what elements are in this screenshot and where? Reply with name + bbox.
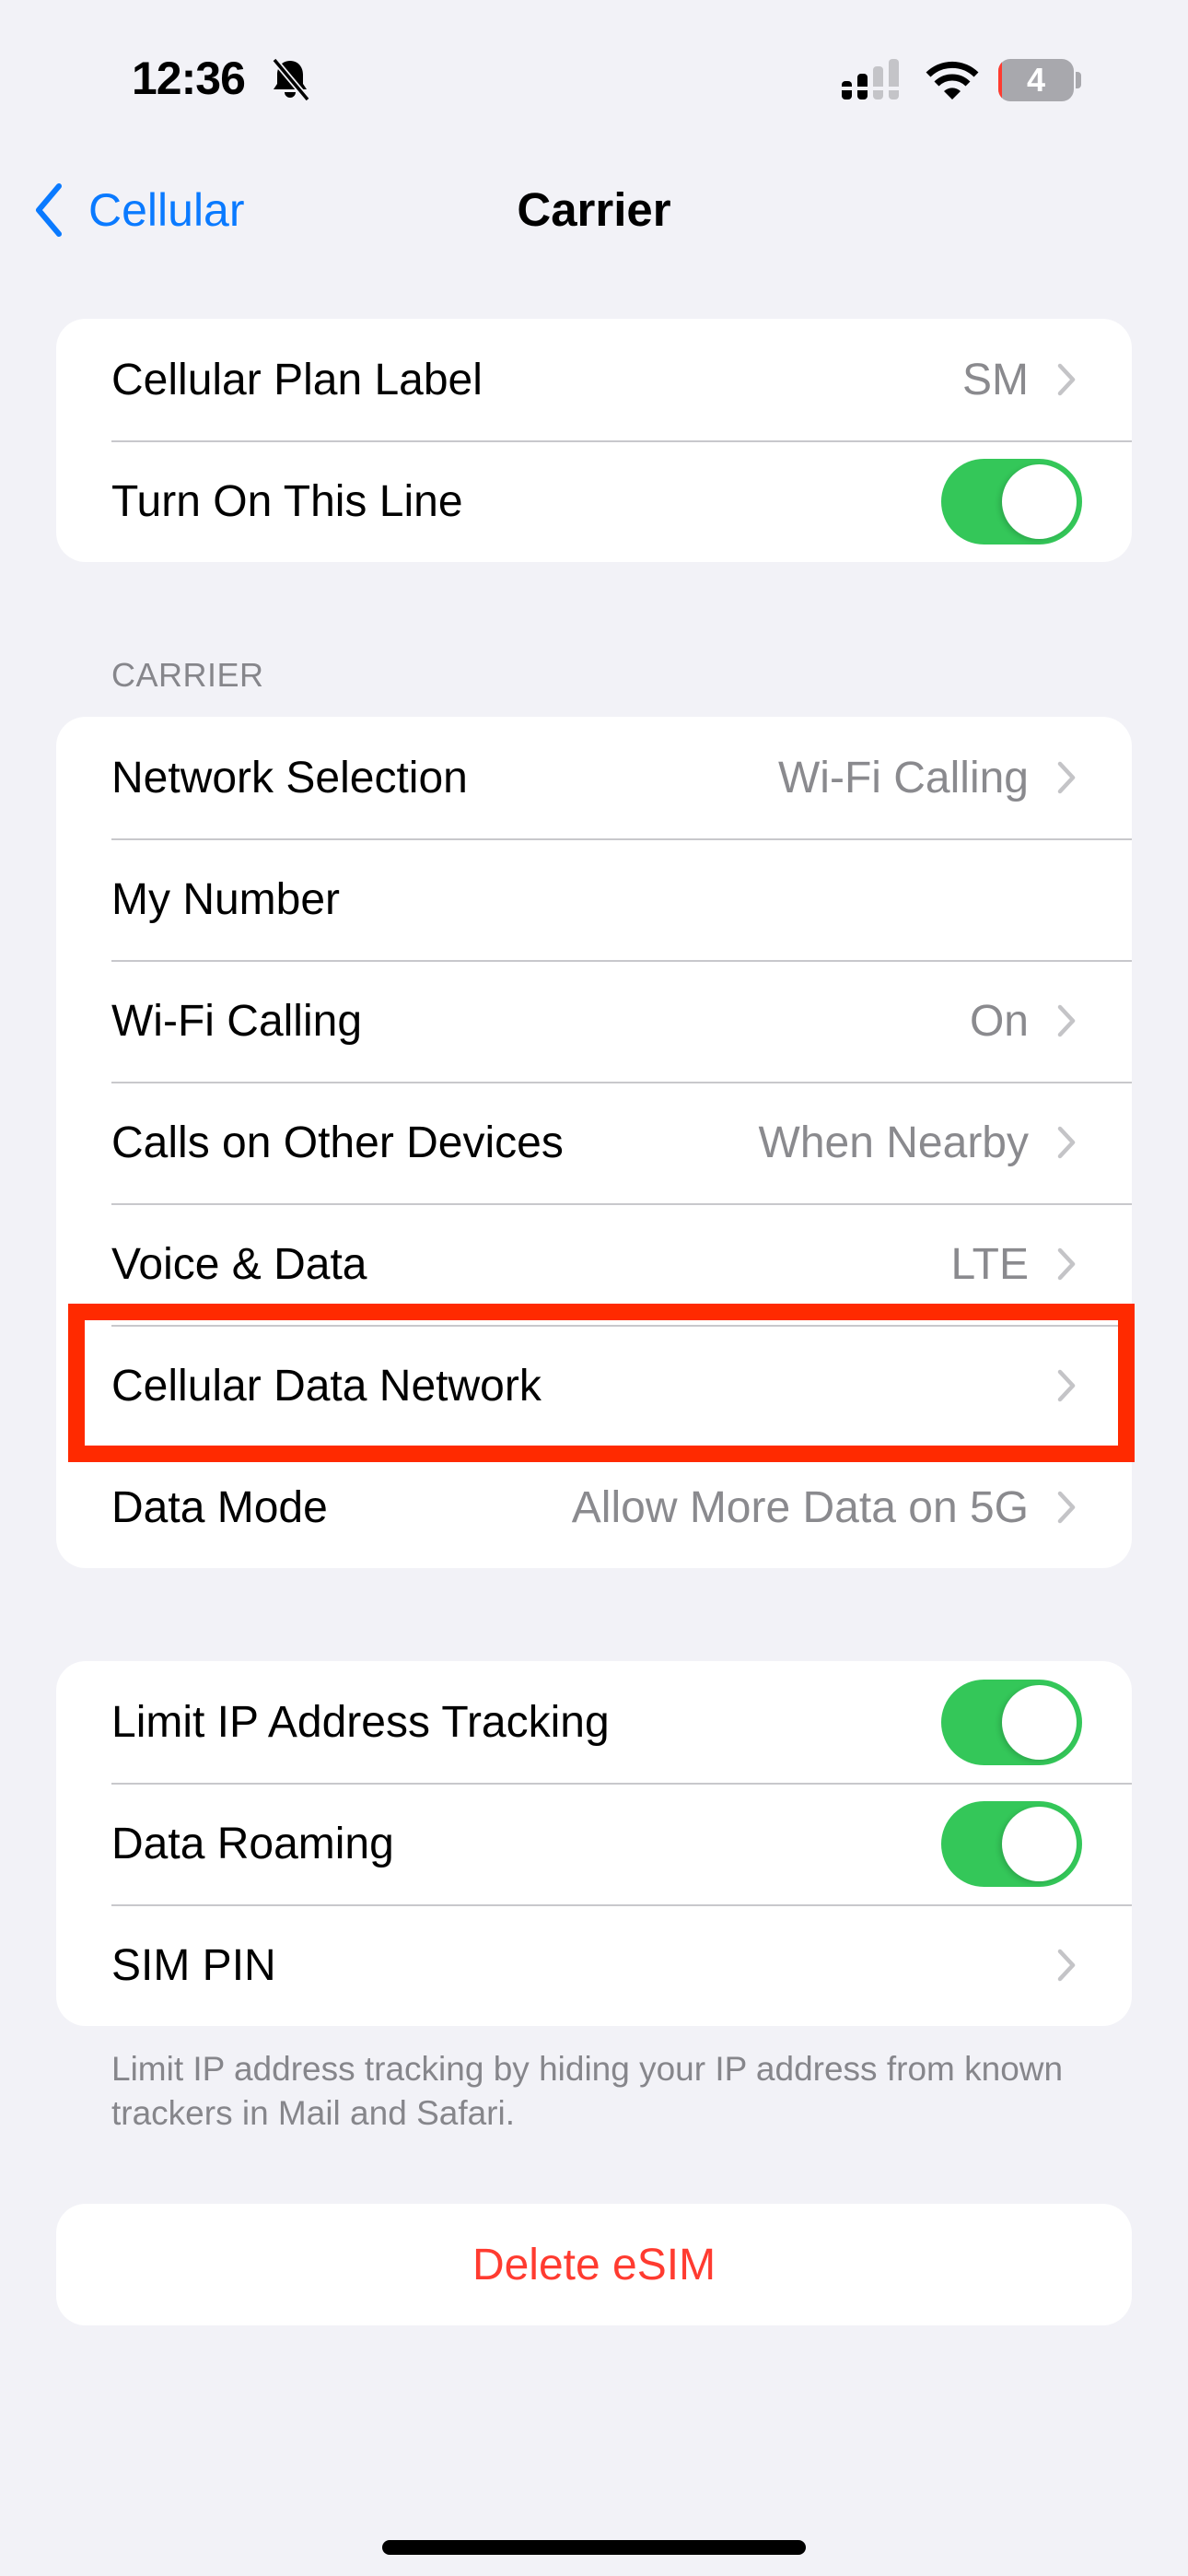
battery-icon: 4: [998, 59, 1074, 101]
row-label: Network Selection: [111, 753, 468, 802]
row-label: Limit IP Address Tracking: [111, 1697, 610, 1747]
home-indicator[interactable]: [382, 2540, 806, 2555]
chevron-right-icon: [1057, 1949, 1076, 1982]
row-value: Wi-Fi Calling: [777, 753, 1029, 802]
limit-ip-footer-note: Limit IP address tracking by hiding your…: [111, 2050, 1064, 2132]
row-turn-on-this-line: Turn On This Line: [56, 440, 1132, 562]
row-label: Turn On This Line: [111, 476, 463, 526]
toggle-knob: [1002, 1684, 1077, 1760]
chevron-right-icon: [1057, 1491, 1076, 1524]
limit-ip-tracking-toggle[interactable]: [941, 1679, 1082, 1765]
row-label: Wi-Fi Calling: [111, 996, 363, 1046]
chevron-right-icon: [1057, 1247, 1076, 1281]
cellular-signal-icon: [842, 59, 901, 100]
privacy-group: Limit IP Address Tracking Data Roaming S…: [56, 1661, 1132, 2026]
row-calls-on-other-devices[interactable]: Calls on Other Devices When Nearby: [56, 1082, 1132, 1203]
row-label: Data Roaming: [111, 1819, 394, 1868]
data-roaming-toggle[interactable]: [941, 1800, 1082, 1887]
chevron-right-icon: [1057, 1004, 1076, 1037]
row-data-mode[interactable]: Data Mode Allow More Data on 5G: [56, 1446, 1132, 1568]
row-network-selection[interactable]: Network Selection Wi-Fi Calling: [56, 717, 1132, 838]
delete-esim-button[interactable]: Delete eSIM: [56, 2204, 1132, 2325]
battery-percent: 4: [1026, 61, 1046, 99]
row-value: LTE: [950, 1239, 1029, 1289]
toggle-knob: [1002, 1806, 1077, 1881]
row-wifi-calling[interactable]: Wi-Fi Calling On: [56, 960, 1132, 1082]
row-limit-ip-tracking: Limit IP Address Tracking: [56, 1661, 1132, 1783]
row-voice-and-data[interactable]: Voice & Data LTE: [56, 1203, 1132, 1325]
row-label: Voice & Data: [111, 1239, 367, 1289]
row-sim-pin[interactable]: SIM PIN: [56, 1904, 1132, 2026]
bell-slash-icon: [272, 57, 310, 101]
row-value: On: [969, 996, 1029, 1046]
row-value: Allow More Data on 5G: [571, 1482, 1029, 1532]
turn-on-this-line-toggle[interactable]: [941, 458, 1082, 544]
section-header-carrier: CARRIER: [111, 656, 264, 694]
battery-cap: [1076, 72, 1081, 88]
row-label: My Number: [111, 874, 341, 924]
status-time: 12:36: [132, 53, 246, 104]
row-label: Calls on Other Devices: [111, 1118, 564, 1167]
row-value: SM: [962, 355, 1029, 404]
row-data-roaming: Data Roaming: [56, 1783, 1132, 1904]
page-title: Carrier: [517, 183, 671, 236]
row-label: Cellular Plan Label: [111, 355, 483, 404]
row-label: Cellular Data Network: [111, 1361, 542, 1411]
row-cellular-plan-label[interactable]: Cellular Plan Label SM: [56, 319, 1132, 440]
row-my-number: My Number: [56, 838, 1132, 960]
plan-group: Cellular Plan Label SM Turn On This Line: [56, 319, 1132, 562]
chevron-right-icon: [1057, 761, 1076, 794]
chevron-right-icon: [1057, 1369, 1076, 1402]
carrier-group: Network Selection Wi-Fi Calling My Numbe…: [56, 717, 1132, 1568]
row-label: SIM PIN: [111, 1940, 276, 1990]
chevron-right-icon: [1057, 1126, 1076, 1159]
wifi-icon: [926, 61, 979, 100]
delete-esim-label: Delete eSIM: [472, 2240, 716, 2289]
delete-group: Delete eSIM: [56, 2204, 1132, 2325]
row-label: Data Mode: [111, 1482, 328, 1532]
chevron-right-icon: [1057, 363, 1076, 396]
row-value: When Nearby: [758, 1118, 1029, 1167]
toggle-knob: [1002, 463, 1077, 539]
row-cellular-data-network[interactable]: Cellular Data Network: [56, 1325, 1132, 1446]
